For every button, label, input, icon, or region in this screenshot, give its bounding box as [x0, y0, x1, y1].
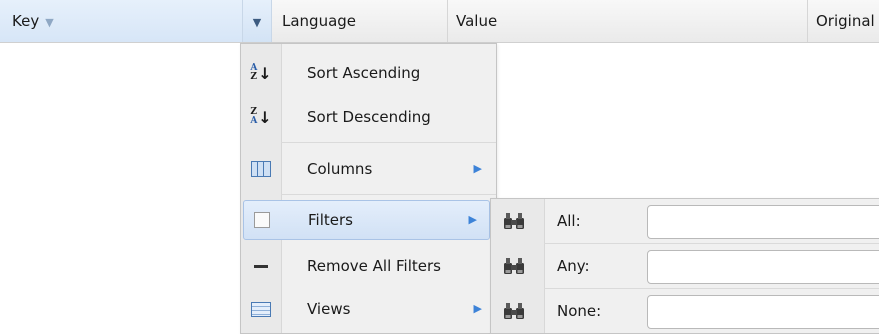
- filter-checkbox-icon: [252, 210, 272, 230]
- column-context-menu: A Z ↓ Sort Ascending Z A ↓ Sort Descending C…: [240, 43, 497, 334]
- menu-item-label: Views: [307, 300, 351, 318]
- filter-none-label: None:: [557, 302, 602, 320]
- menu-item-filters[interactable]: Filters ▶: [243, 200, 490, 240]
- column-value-label: Value: [456, 12, 498, 30]
- menu-item-label: Sort Ascending: [307, 64, 421, 82]
- submenu-arrow-icon: ▶: [473, 162, 482, 175]
- chevron-down-icon: ▼: [252, 16, 262, 29]
- column-header-key[interactable]: Key ▼: [0, 0, 242, 42]
- column-header-language[interactable]: Language: [272, 0, 448, 42]
- filter-row-none: None:: [491, 289, 879, 333]
- filter-all-input[interactable]: [647, 205, 879, 239]
- filter-any-label: Any:: [557, 257, 590, 275]
- column-language-label: Language: [282, 12, 357, 30]
- grid-header: Key ▼ ▼ Language Value Original: [0, 0, 879, 43]
- menu-item-remove-all-filters[interactable]: Remove All Filters: [241, 247, 496, 285]
- menu-item-label: Remove All Filters: [307, 257, 441, 275]
- filter-any-input[interactable]: [647, 250, 879, 284]
- submenu-arrow-icon: ▶: [473, 302, 482, 315]
- minus-icon: [251, 256, 271, 276]
- column-key-label: Key: [12, 12, 40, 30]
- menu-item-columns[interactable]: Columns ▶: [241, 150, 496, 188]
- sort-ascending-icon: A Z ↓: [250, 63, 272, 83]
- menu-separator: [281, 142, 496, 143]
- menu-item-label: Sort Descending: [307, 108, 431, 126]
- menu-item-label: Filters: [308, 211, 353, 229]
- menu-separator: [281, 194, 496, 195]
- menu-item-label: Columns: [307, 160, 373, 178]
- column-header-original[interactable]: Original: [808, 0, 879, 42]
- submenu-arrow-icon: ▶: [468, 213, 477, 226]
- views-icon: [251, 299, 271, 319]
- sort-descending-icon: Z A ↓: [250, 107, 272, 127]
- binoculars-icon: [504, 258, 524, 274]
- menu-item-sort-ascending[interactable]: A Z ↓ Sort Ascending: [241, 54, 496, 92]
- binoculars-icon: [504, 213, 524, 229]
- column-menu-trigger[interactable]: ▼: [242, 0, 272, 42]
- column-header-value[interactable]: Value: [448, 0, 808, 42]
- filter-row-any: Any:: [491, 244, 879, 288]
- column-original-label: Original: [816, 12, 875, 30]
- filters-submenu: All: Any: None:: [490, 198, 879, 334]
- menu-item-views[interactable]: Views ▶: [241, 290, 496, 328]
- menu-item-sort-descending[interactable]: Z A ↓ Sort Descending: [241, 98, 496, 136]
- filter-all-label: All:: [557, 212, 581, 230]
- filter-row-all: All:: [491, 199, 879, 243]
- columns-icon: [251, 159, 271, 179]
- filter-none-input[interactable]: [647, 295, 879, 329]
- sort-desc-indicator-icon: ▼: [45, 16, 54, 29]
- binoculars-icon: [504, 303, 524, 319]
